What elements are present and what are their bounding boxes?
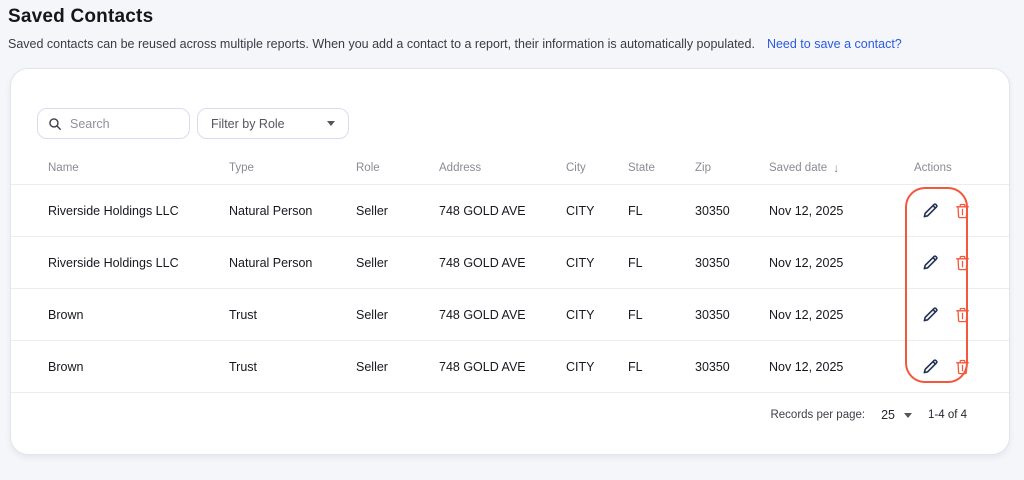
records-per-page-dropdown[interactable]: 25: [881, 405, 912, 425]
records-per-page-value: 25: [881, 408, 895, 422]
pencil-icon: [923, 203, 938, 218]
cell-actions: [914, 356, 1009, 377]
chevron-down-icon: [904, 412, 912, 418]
subtitle-text: Saved contacts can be reused across mult…: [8, 37, 755, 51]
cell-role: Seller: [356, 203, 388, 218]
cell-name: Brown: [48, 307, 84, 322]
pencil-icon: [923, 255, 938, 270]
table-row: Riverside Holdings LLC Natural Person Se…: [11, 185, 1009, 237]
search-box: [37, 108, 190, 139]
cell-saved-date: Nov 12, 2025: [769, 203, 844, 218]
delete-button[interactable]: [953, 305, 972, 325]
header-city: City: [566, 161, 586, 174]
cell-saved-date: Nov 12, 2025: [769, 307, 844, 322]
cell-actions: [914, 252, 1009, 273]
search-input[interactable]: [70, 116, 179, 131]
edit-button[interactable]: [920, 304, 941, 325]
cell-role: Seller: [356, 359, 388, 374]
cell-address: 748 GOLD AVE: [439, 307, 526, 322]
header-actions: Actions: [914, 161, 952, 174]
pencil-icon: [923, 359, 938, 374]
chevron-down-icon: [327, 121, 335, 126]
records-per-page-label: Records per page:: [770, 409, 866, 421]
header-state: State: [628, 161, 655, 174]
header-address: Address: [439, 161, 482, 174]
trash-icon: [956, 255, 969, 270]
cell-actions: [914, 200, 1009, 221]
cell-name: Riverside Holdings LLC: [48, 255, 179, 270]
table-header-row: Name Type Role Address City State Zip Sa…: [11, 151, 1009, 185]
cell-type: Natural Person: [229, 203, 313, 218]
header-zip: Zip: [695, 161, 711, 174]
filter-label: Filter by Role: [211, 116, 285, 131]
cell-zip: 30350: [695, 307, 730, 322]
trash-icon: [956, 203, 969, 218]
filter-by-role-dropdown[interactable]: Filter by Role: [197, 108, 349, 139]
cell-type: Trust: [229, 307, 258, 322]
cell-city: CITY: [566, 203, 595, 218]
page-title: Saved Contacts: [8, 6, 154, 27]
header-name: Name: [48, 161, 79, 174]
cell-role: Seller: [356, 307, 388, 322]
pagination-range: 1-4 of 4: [928, 409, 967, 421]
cell-zip: 30350: [695, 203, 730, 218]
cell-actions: [914, 304, 1009, 325]
need-to-save-contact-link[interactable]: Need to save a contact?: [767, 37, 902, 51]
cell-zip: 30350: [695, 255, 730, 270]
cell-saved-date: Nov 12, 2025: [769, 359, 844, 374]
delete-button[interactable]: [953, 253, 972, 273]
cell-name: Brown: [48, 359, 84, 374]
edit-button[interactable]: [920, 252, 941, 273]
cell-city: CITY: [566, 307, 595, 322]
cell-state: FL: [628, 203, 643, 218]
cell-city: CITY: [566, 255, 595, 270]
edit-button[interactable]: [920, 200, 941, 221]
cell-type: Natural Person: [229, 255, 313, 270]
table-row: Brown Trust Seller 748 GOLD AVE CITY FL …: [11, 341, 1009, 393]
header-type: Type: [229, 161, 254, 174]
delete-button[interactable]: [953, 201, 972, 221]
cell-saved-date: Nov 12, 2025: [769, 255, 844, 270]
sort-descending-icon: ↓: [833, 160, 840, 175]
trash-icon: [956, 307, 969, 322]
header-saved-date[interactable]: Saved date ↓: [769, 161, 914, 175]
header-role: Role: [356, 161, 380, 174]
search-icon: [49, 117, 61, 130]
cell-state: FL: [628, 307, 643, 322]
edit-button[interactable]: [920, 356, 941, 377]
table-row: Brown Trust Seller 748 GOLD AVE CITY FL …: [11, 289, 1009, 341]
cell-address: 748 GOLD AVE: [439, 359, 526, 374]
page-subtitle: Saved contacts can be reused across mult…: [8, 37, 1016, 51]
cell-type: Trust: [229, 359, 258, 374]
pencil-icon: [923, 307, 938, 322]
cell-state: FL: [628, 255, 643, 270]
table-row: Riverside Holdings LLC Natural Person Se…: [11, 237, 1009, 289]
cell-name: Riverside Holdings LLC: [48, 203, 179, 218]
saved-contacts-card: Filter by Role Name Type Role Address Ci…: [10, 68, 1010, 455]
cell-city: CITY: [566, 359, 595, 374]
pagination-bar: Records per page: 25 1-4 of 4: [11, 393, 1009, 455]
cell-zip: 30350: [695, 359, 730, 374]
cell-address: 748 GOLD AVE: [439, 203, 526, 218]
trash-icon: [956, 359, 969, 374]
cell-address: 748 GOLD AVE: [439, 255, 526, 270]
delete-button[interactable]: [953, 357, 972, 377]
cell-state: FL: [628, 359, 643, 374]
cell-role: Seller: [356, 255, 388, 270]
contacts-table: Name Type Role Address City State Zip Sa…: [11, 151, 1009, 393]
